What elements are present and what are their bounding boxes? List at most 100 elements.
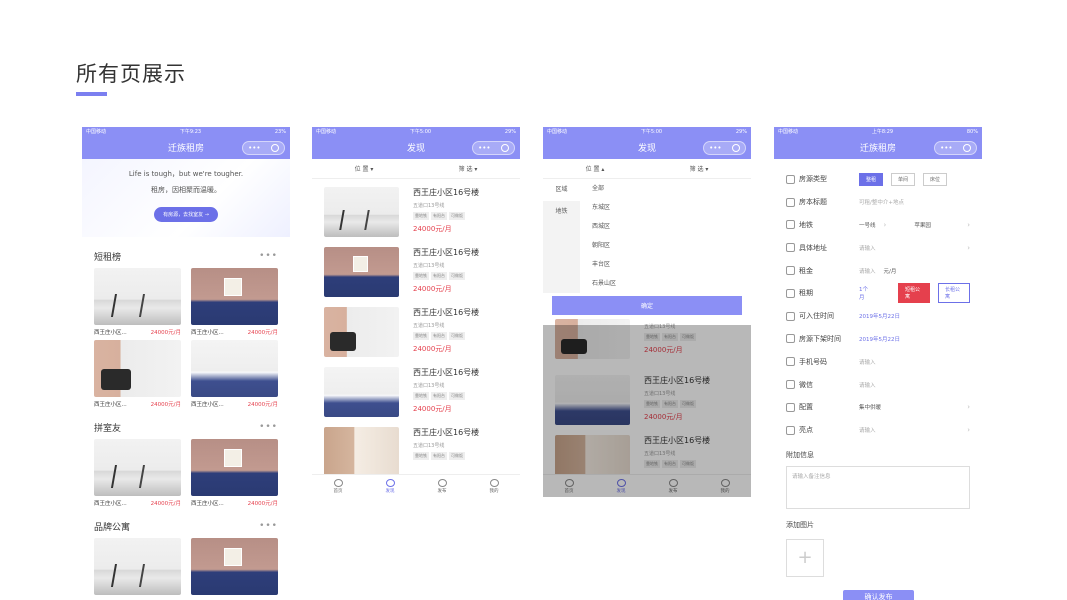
listing-card[interactable]: 西王庄小区... 24000元/月 <box>94 268 181 336</box>
tab-mine[interactable]: 我的 <box>489 478 499 494</box>
form-row-title: 房本标题 可租/整中介+地点 <box>774 191 982 214</box>
listing-photo <box>324 307 399 357</box>
search-icon <box>385 478 395 487</box>
hero-banner: Life is tough，but we're tougher. 租房，因相聚而… <box>82 159 290 237</box>
clock-icon <box>786 311 795 321</box>
submit-button[interactable]: 确认发布 <box>843 590 914 600</box>
listing-card[interactable]: 西王庄小区... 24000元/月 <box>94 340 181 408</box>
phone-discover-filter: 中国移动 下午5:00 29% 发现 ••• 位 置 ▴ 筛 选 ▾ 区域 地铁… <box>543 127 751 497</box>
miniapp-capsule[interactable]: ••• <box>934 141 977 155</box>
more-icon[interactable]: ••• <box>940 144 952 152</box>
nav-title: 发现 <box>406 144 425 154</box>
form-row-rent: 租金 请输入 元/月 <box>774 259 982 282</box>
more-icon[interactable]: ••• <box>709 144 721 152</box>
dim-overlay[interactable] <box>543 325 751 497</box>
more-icon[interactable]: ••• <box>478 144 490 152</box>
close-icon[interactable] <box>270 144 279 152</box>
listing-card[interactable]: 西王庄小区... 24000元/月 <box>191 268 278 336</box>
option-item[interactable]: 全部 <box>592 179 751 198</box>
listing-card[interactable]: 西王庄小区... 24000元/月 <box>94 439 181 507</box>
highlight-input[interactable]: 请输入 <box>859 426 967 434</box>
subway-station-select[interactable]: 苹果园 <box>914 221 931 229</box>
listing-photo <box>191 439 278 496</box>
find-roommate-button[interactable]: 有房源，去找室友 → <box>154 207 218 222</box>
tools-icon <box>786 402 795 412</box>
nav-bar: 迁族租房 ••• <box>774 136 982 159</box>
extra-info-textarea[interactable]: 请输入备注信息 <box>786 465 970 509</box>
title-input[interactable]: 可租/整中介+地点 <box>859 198 970 206</box>
listing-card[interactable] <box>191 538 278 595</box>
nav-title: 发现 <box>637 144 656 154</box>
location-filter[interactable]: 位 置 ▾ <box>355 164 374 173</box>
type-bed-chip[interactable]: 床位 <box>923 172 948 186</box>
close-icon[interactable] <box>962 144 971 152</box>
add-photo-label: 添加图片 <box>786 520 814 529</box>
listing-photo <box>191 268 278 325</box>
option-item[interactable]: 朝阳区 <box>592 236 751 255</box>
long-term-chip[interactable]: 长租公寓 <box>938 283 970 304</box>
listing-card[interactable]: 西王庄小区... 24000元/月 <box>191 340 278 408</box>
nav-bar: 发现 ••• <box>312 136 520 159</box>
close-icon[interactable] <box>731 144 740 152</box>
listing-card[interactable]: 西王庄小区... 24000元/月 <box>191 439 278 507</box>
category-district[interactable]: 区域 <box>543 179 580 201</box>
phone-discover: 中国移动 下午5:00 29% 发现 ••• 位 置 ▾ 筛 选 ▾ 西王庄小区… <box>312 127 520 497</box>
form-row-subway: 地铁 一号线 › 苹果园 › <box>774 214 982 237</box>
phone-input[interactable]: 请输入 <box>859 358 970 366</box>
miniapp-capsule[interactable]: ••• <box>703 141 746 155</box>
add-photo-button[interactable]: + <box>786 538 824 577</box>
location-filter[interactable]: 位 置 ▴ <box>586 164 605 173</box>
tab-discover[interactable]: 发现 <box>385 478 395 494</box>
listing-grid: 西王庄小区... 24000元/月 西王庄小区... 24000元/月 西王庄小区.… <box>82 268 290 408</box>
upload-icon <box>437 478 447 487</box>
type-whole-chip[interactable]: 整租 <box>859 172 884 186</box>
listing-photo <box>94 340 181 397</box>
more-icon[interactable]: ••• <box>248 144 260 152</box>
type-room-chip[interactable]: 单间 <box>891 172 916 186</box>
miniapp-capsule[interactable]: ••• <box>472 141 515 155</box>
short-term-chip[interactable]: 短租公寓 <box>898 283 931 304</box>
wechat-input[interactable]: 请输入 <box>859 381 970 389</box>
option-item[interactable]: 西城区 <box>592 217 751 236</box>
option-item[interactable]: 东城区 <box>592 198 751 217</box>
term-select[interactable]: 1个月 <box>859 285 872 301</box>
list-item[interactable]: 西王庄小区16号楼 五道口13号线 靠地铁 有阳台 可做饭 24000元/月 <box>312 359 520 419</box>
checkin-date-picker[interactable]: 2019年5月22日 <box>859 312 970 320</box>
address-input[interactable]: 请输入 <box>859 244 967 252</box>
home-icon <box>333 478 343 487</box>
listing-card[interactable] <box>94 538 181 595</box>
close-icon[interactable] <box>500 144 509 152</box>
hero-subtitle: 租房，因相聚而温暖。 <box>151 186 221 194</box>
form-row-offline: 房源下架时间 2019年5月22日 <box>774 328 982 351</box>
more-icon[interactable]: ••• <box>259 422 278 432</box>
option-item[interactable]: 丰台区 <box>592 255 751 274</box>
list-item[interactable]: 西王庄小区16号楼 五道口13号线 靠地铁 有阳台 可做饭 24000元/月 <box>312 239 520 299</box>
list-item[interactable]: 西王庄小区16号楼 五道口13号线 靠地铁 有阳台 可做饭 <box>312 419 520 479</box>
category-subway[interactable]: 地铁 <box>543 201 580 223</box>
list-item[interactable]: 西王庄小区16号楼 五道口13号线 靠地铁 有阳台 可做饭 24000元/月 <box>312 179 520 239</box>
section-title: 短租榜 <box>94 252 122 263</box>
rent-input[interactable]: 请输入 <box>859 267 876 275</box>
title-underline <box>76 92 107 96</box>
tab-bar: 首页 发现 发布 我的 <box>312 474 520 497</box>
miniapp-capsule[interactable]: ••• <box>242 141 285 155</box>
section-title: 品牌公寓 <box>94 522 131 533</box>
list-item[interactable]: 西王庄小区16号楼 五道口13号线 靠地铁 有阳台 可做饭 24000元/月 <box>312 299 520 359</box>
confirm-button[interactable]: 确定 <box>552 296 742 315</box>
config-select[interactable]: 集中供暖 <box>859 403 967 411</box>
tab-publish[interactable]: 发布 <box>437 478 447 494</box>
nav-title: 迁族租房 <box>859 144 896 154</box>
offline-date-picker[interactable]: 2019年5月22日 <box>859 335 970 343</box>
filter-bar: 位 置 ▴ 筛 选 ▾ <box>543 159 751 179</box>
listing-photo <box>324 367 399 417</box>
more-icon[interactable]: ••• <box>259 521 278 531</box>
status-bar: 中国移动 下午5:00 29% <box>312 127 520 136</box>
screen-filter[interactable]: 筛 选 ▾ <box>459 164 478 173</box>
nav-bar: 发现 ••• <box>543 136 751 159</box>
tab-home[interactable]: 首页 <box>333 478 343 494</box>
subway-line-select[interactable]: 一号线 <box>859 221 876 229</box>
user-icon <box>489 478 499 487</box>
more-icon[interactable]: ••• <box>259 251 278 261</box>
option-item[interactable]: 石景山区 <box>592 274 751 293</box>
screen-filter[interactable]: 筛 选 ▾ <box>690 164 709 173</box>
